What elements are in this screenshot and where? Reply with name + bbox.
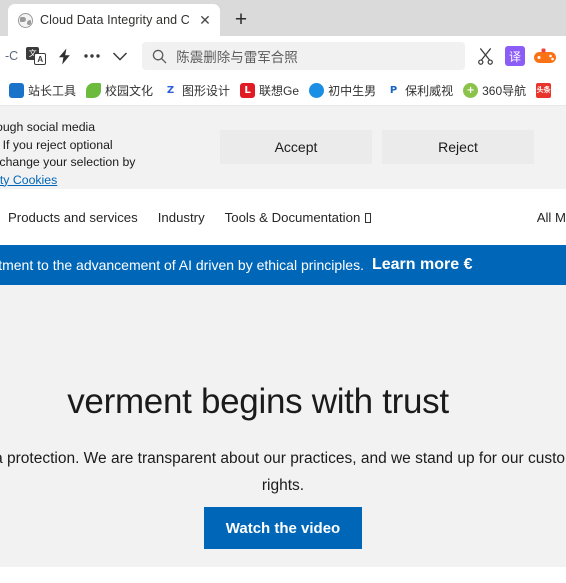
bookmark-label: 保利威视	[405, 84, 454, 98]
blue-square-icon	[9, 83, 24, 98]
nav-item-all-microsoft[interactable]: All M	[537, 210, 566, 225]
gamepad-icon	[534, 48, 556, 63]
close-icon[interactable]: ✕	[196, 11, 214, 29]
browser-chrome: Cloud Data Integrity and Co ✕ + -C 文 A 陈…	[0, 0, 566, 106]
more-options-button[interactable]	[78, 42, 106, 70]
nav-item-products-and-services[interactable]: Products and services	[0, 210, 148, 225]
nav-item-tools-and-documentation[interactable]: Tools & Documentation	[215, 210, 382, 225]
bookmark-item[interactable]: Z 图形设计	[158, 79, 235, 103]
nav-items: Products and services Industry Tools & D…	[0, 210, 381, 225]
game-extension-button[interactable]	[531, 42, 559, 70]
translate-icon: 文 A	[26, 47, 47, 65]
accept-button[interactable]: Accept	[220, 130, 372, 164]
chevron-down-button[interactable]	[106, 42, 134, 70]
bookmark-item[interactable]: P 保利威视	[381, 79, 458, 103]
browser-tab[interactable]: Cloud Data Integrity and Co ✕	[8, 4, 220, 36]
bookmark-item[interactable]: 头条	[531, 79, 552, 103]
bookmark-label: 联想Ge	[259, 84, 300, 98]
cookie-line-4: t Third-Party Cookies	[0, 172, 212, 190]
bookmark-label: 初中生男	[328, 84, 377, 98]
missing-glyph-icon	[365, 212, 372, 223]
bookmark-label: 校园文化	[105, 84, 154, 98]
toolbar-right-actions: 译	[471, 42, 559, 70]
url-fragment-text: -C	[5, 49, 19, 63]
cookie-line-2: ne activity. If you reject optional	[0, 137, 113, 152]
search-icon	[152, 49, 167, 64]
letter-z-icon: Z	[163, 83, 179, 98]
letter-p-icon: P	[386, 83, 402, 98]
cookie-consent-banner: uch as through social media ne activity.…	[0, 106, 566, 189]
nav-item-tools-label: Tools & Documentation	[224, 209, 361, 225]
third-party-cookies-link[interactable]: Third-Party Cookies	[0, 173, 57, 187]
bookmarks-bar: 站长工具 校园文化 Z 图形设计 L 联想Ge 初中生男 P 保利威视 + 36…	[0, 76, 566, 106]
scissors-icon	[477, 48, 493, 65]
screenshot-button[interactable]	[471, 42, 499, 70]
browser-toolbar: -C 文 A 陈震删除与雷军合照 译	[0, 36, 566, 76]
translate-extension-button[interactable]: 译	[501, 42, 529, 70]
watch-the-video-button[interactable]: Watch the video	[203, 507, 363, 549]
tab-strip: Cloud Data Integrity and Co ✕ +	[0, 0, 566, 36]
nav-item-industry[interactable]: Industry	[148, 210, 215, 225]
translate-icon-front: A	[34, 53, 47, 65]
reject-button[interactable]: Reject	[382, 130, 534, 164]
bookmark-item[interactable]: 初中生男	[304, 79, 381, 103]
web-page-content: uch as through social media ne activity.…	[0, 106, 566, 567]
letter-l-icon: L	[240, 83, 256, 98]
bookmark-item[interactable]: 校园文化	[81, 79, 158, 103]
translate-badge-icon: 译	[505, 46, 525, 66]
bookmark-item[interactable]: L 联想Ge	[235, 79, 304, 103]
bookmark-label: 360导航	[482, 84, 527, 98]
bookmark-label: 图形设计	[182, 84, 231, 98]
bookmark-item[interactable]: + 360导航	[458, 79, 531, 103]
site-navigation: Products and services Industry Tools & D…	[0, 189, 566, 245]
lightning-icon	[58, 48, 70, 64]
hero-section: verment begins with trust r data protect…	[0, 285, 566, 567]
lightning-button[interactable]	[50, 42, 78, 70]
search-input[interactable]: 陈震删除与雷军合照	[142, 42, 465, 70]
cookie-line-3: . You may change your selection by	[0, 155, 136, 169]
translate-page-button[interactable]: 文 A	[22, 42, 50, 70]
bookmark-label: 站长工具	[28, 84, 77, 98]
hero-heading: verment begins with trust	[67, 382, 449, 421]
green-leaf-icon	[86, 83, 102, 98]
announcement-banner: ommitment to the advancement of AI drive…	[0, 245, 566, 285]
learn-more-link[interactable]: Learn more €	[372, 256, 472, 274]
hero-paragraph: r data protection. We are transparent ab…	[0, 450, 566, 494]
blue-globe-icon	[309, 83, 325, 98]
search-input-value: 陈震删除与雷军合照	[176, 50, 298, 65]
ellipsis-icon	[84, 54, 100, 58]
cookie-consent-text: uch as through social media ne activity.…	[0, 116, 212, 189]
red-badge-icon: 头条	[536, 83, 552, 98]
cookie-line-1: uch as through social media	[0, 120, 96, 134]
chevron-down-icon	[113, 51, 128, 61]
green-plus-icon: +	[463, 83, 479, 98]
cookie-buttons: Accept Reject	[220, 116, 534, 164]
globe-favicon-icon	[18, 12, 33, 28]
announcement-text: ommitment to the advancement of AI drive…	[0, 257, 364, 273]
bookmark-item[interactable]: 站长工具	[4, 79, 81, 103]
new-tab-button[interactable]: +	[226, 4, 256, 34]
hero-cta-wrapper: Watch the video	[0, 507, 566, 549]
tab-title: Cloud Data Integrity and Co	[40, 13, 189, 27]
